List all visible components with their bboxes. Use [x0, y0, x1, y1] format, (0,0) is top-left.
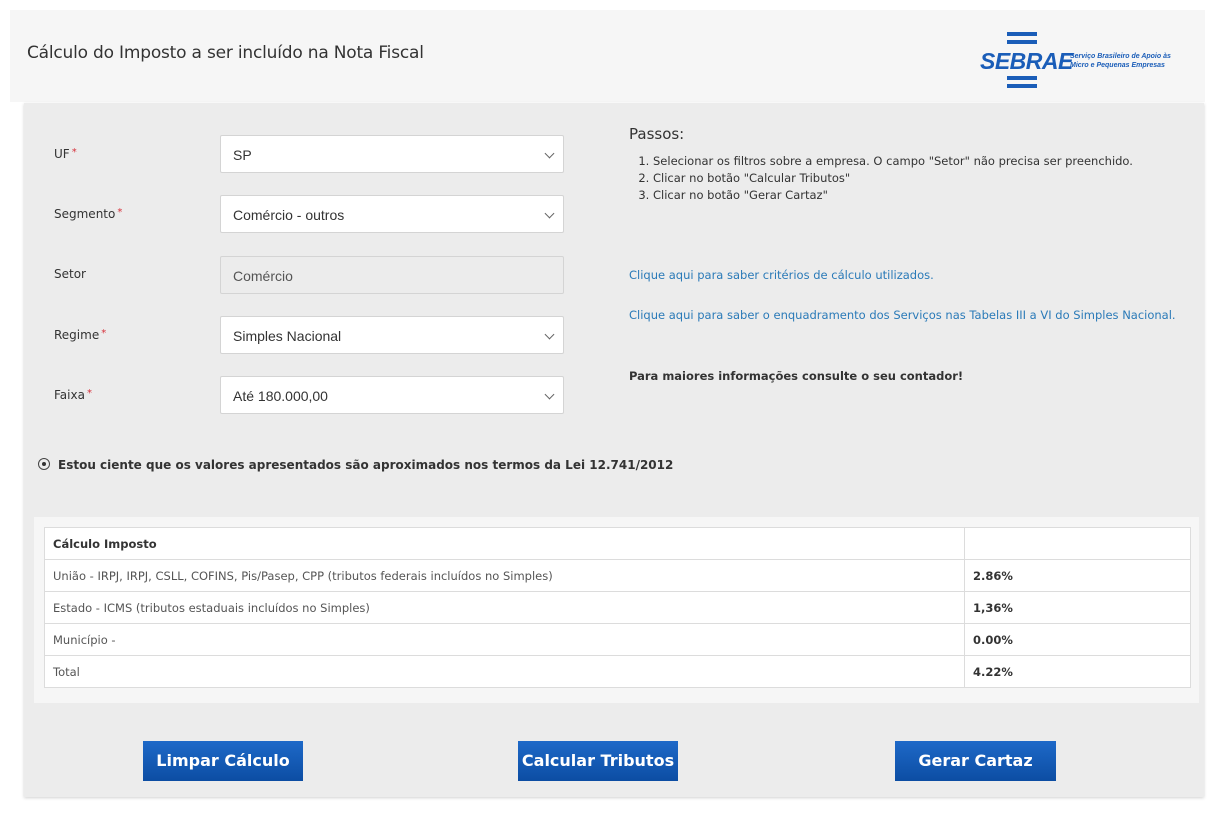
table-row: União - IRPJ, IRPJ, CSLL, COFINS, Pis/Pa…: [44, 559, 1191, 592]
table-row: Estado - ICMS (tributos estaduais incluí…: [44, 591, 1191, 624]
step-item: Clicar no botão "Gerar Cartaz": [653, 187, 1189, 204]
row-description: Total: [44, 655, 965, 688]
generate-poster-button[interactable]: Gerar Cartaz: [895, 741, 1056, 781]
chevron-down-icon: [544, 389, 555, 400]
segmento-value: Comércio - outros: [233, 207, 345, 223]
acknowledge-label: Estou ciente que os valores apresentados…: [58, 458, 674, 472]
calculator-panel: UF * SP Segmento * Comércio - outros Setor…: [24, 103, 1204, 797]
step-item: Selecionar os filtros sobre a empresa. O…: [653, 153, 1189, 170]
row-description: União - IRPJ, IRPJ, CSLL, COFINS, Pis/Pa…: [44, 559, 965, 592]
sebrae-logo: SEBRAE Serviço Brasileiro de Apoio às Mi…: [980, 30, 1195, 90]
faixa-select[interactable]: Até 180.000,00: [220, 376, 564, 414]
row-value: 4.22%: [964, 655, 1191, 688]
uf-value: SP: [233, 147, 252, 163]
acknowledge-row[interactable]: Estou ciente que os valores apresentados…: [38, 458, 673, 472]
table-header-row: Cálculo Imposto: [44, 527, 1191, 560]
logo-subtitle-line1: Serviço Brasileiro de Apoio às: [1070, 53, 1171, 60]
acknowledge-radio[interactable]: [38, 458, 50, 470]
logo-word: SEBRAE: [980, 48, 1073, 74]
row-value: 2.86%: [964, 559, 1191, 592]
row-description: Estado - ICMS (tributos estaduais incluí…: [44, 591, 965, 624]
table-header-cell: Cálculo Imposto: [44, 527, 965, 560]
setor-value: Comércio: [233, 268, 293, 284]
chevron-down-icon: [544, 208, 555, 219]
steps-title: Passos:: [629, 125, 685, 143]
uf-label: UF *: [54, 147, 77, 161]
page-title: Cálculo do Imposto a ser incluído na Not…: [27, 43, 424, 63]
criteria-link[interactable]: Clique aqui para saber critérios de cálc…: [629, 266, 1184, 284]
calculate-button[interactable]: Calcular Tributos: [518, 741, 678, 781]
step-item: Clicar no botão "Calcular Tributos": [653, 170, 1189, 187]
row-value: 1,36%: [964, 591, 1191, 624]
regime-label: Regime *: [54, 328, 107, 342]
steps-list: Selecionar os filtros sobre a empresa. O…: [629, 153, 1189, 204]
page-header: Cálculo do Imposto a ser incluído na Not…: [10, 10, 1205, 102]
regime-value: Simples Nacional: [233, 328, 342, 344]
segmento-label: Segmento *: [54, 207, 123, 221]
uf-select[interactable]: SP: [220, 135, 564, 173]
faixa-value: Até 180.000,00: [233, 388, 328, 404]
segmento-select[interactable]: Comércio - outros: [220, 195, 564, 233]
setor-field: Comércio: [220, 256, 564, 294]
tax-table: Cálculo Imposto União - IRPJ, IRPJ, CSLL…: [44, 527, 1191, 688]
chevron-down-icon: [544, 148, 555, 159]
row-description: Município -: [44, 623, 965, 656]
contact-note: Para maiores informações consulte o seu …: [629, 369, 964, 383]
logo-subtitle-line2: Micro e Pequenas Empresas: [1070, 62, 1165, 69]
row-value: 0.00%: [964, 623, 1191, 656]
regime-select[interactable]: Simples Nacional: [220, 316, 564, 354]
tax-table-container: Cálculo Imposto União - IRPJ, IRPJ, CSLL…: [34, 517, 1199, 703]
clear-button[interactable]: Limpar Cálculo: [143, 741, 303, 781]
logo-subtitle: Serviço Brasileiro de Apoio às Micro e P…: [1070, 52, 1171, 70]
faixa-label: Faixa *: [54, 388, 92, 402]
steps-section: Passos: Selecionar os filtros sobre a em…: [629, 125, 1189, 204]
setor-label: Setor: [54, 267, 86, 281]
table-header-empty: [964, 527, 1191, 560]
chevron-down-icon: [544, 329, 555, 340]
table-row: Total 4.22%: [44, 655, 1191, 688]
services-link[interactable]: Clique aqui para saber o enquadramento d…: [629, 306, 1184, 324]
table-row: Município - 0.00%: [44, 623, 1191, 656]
